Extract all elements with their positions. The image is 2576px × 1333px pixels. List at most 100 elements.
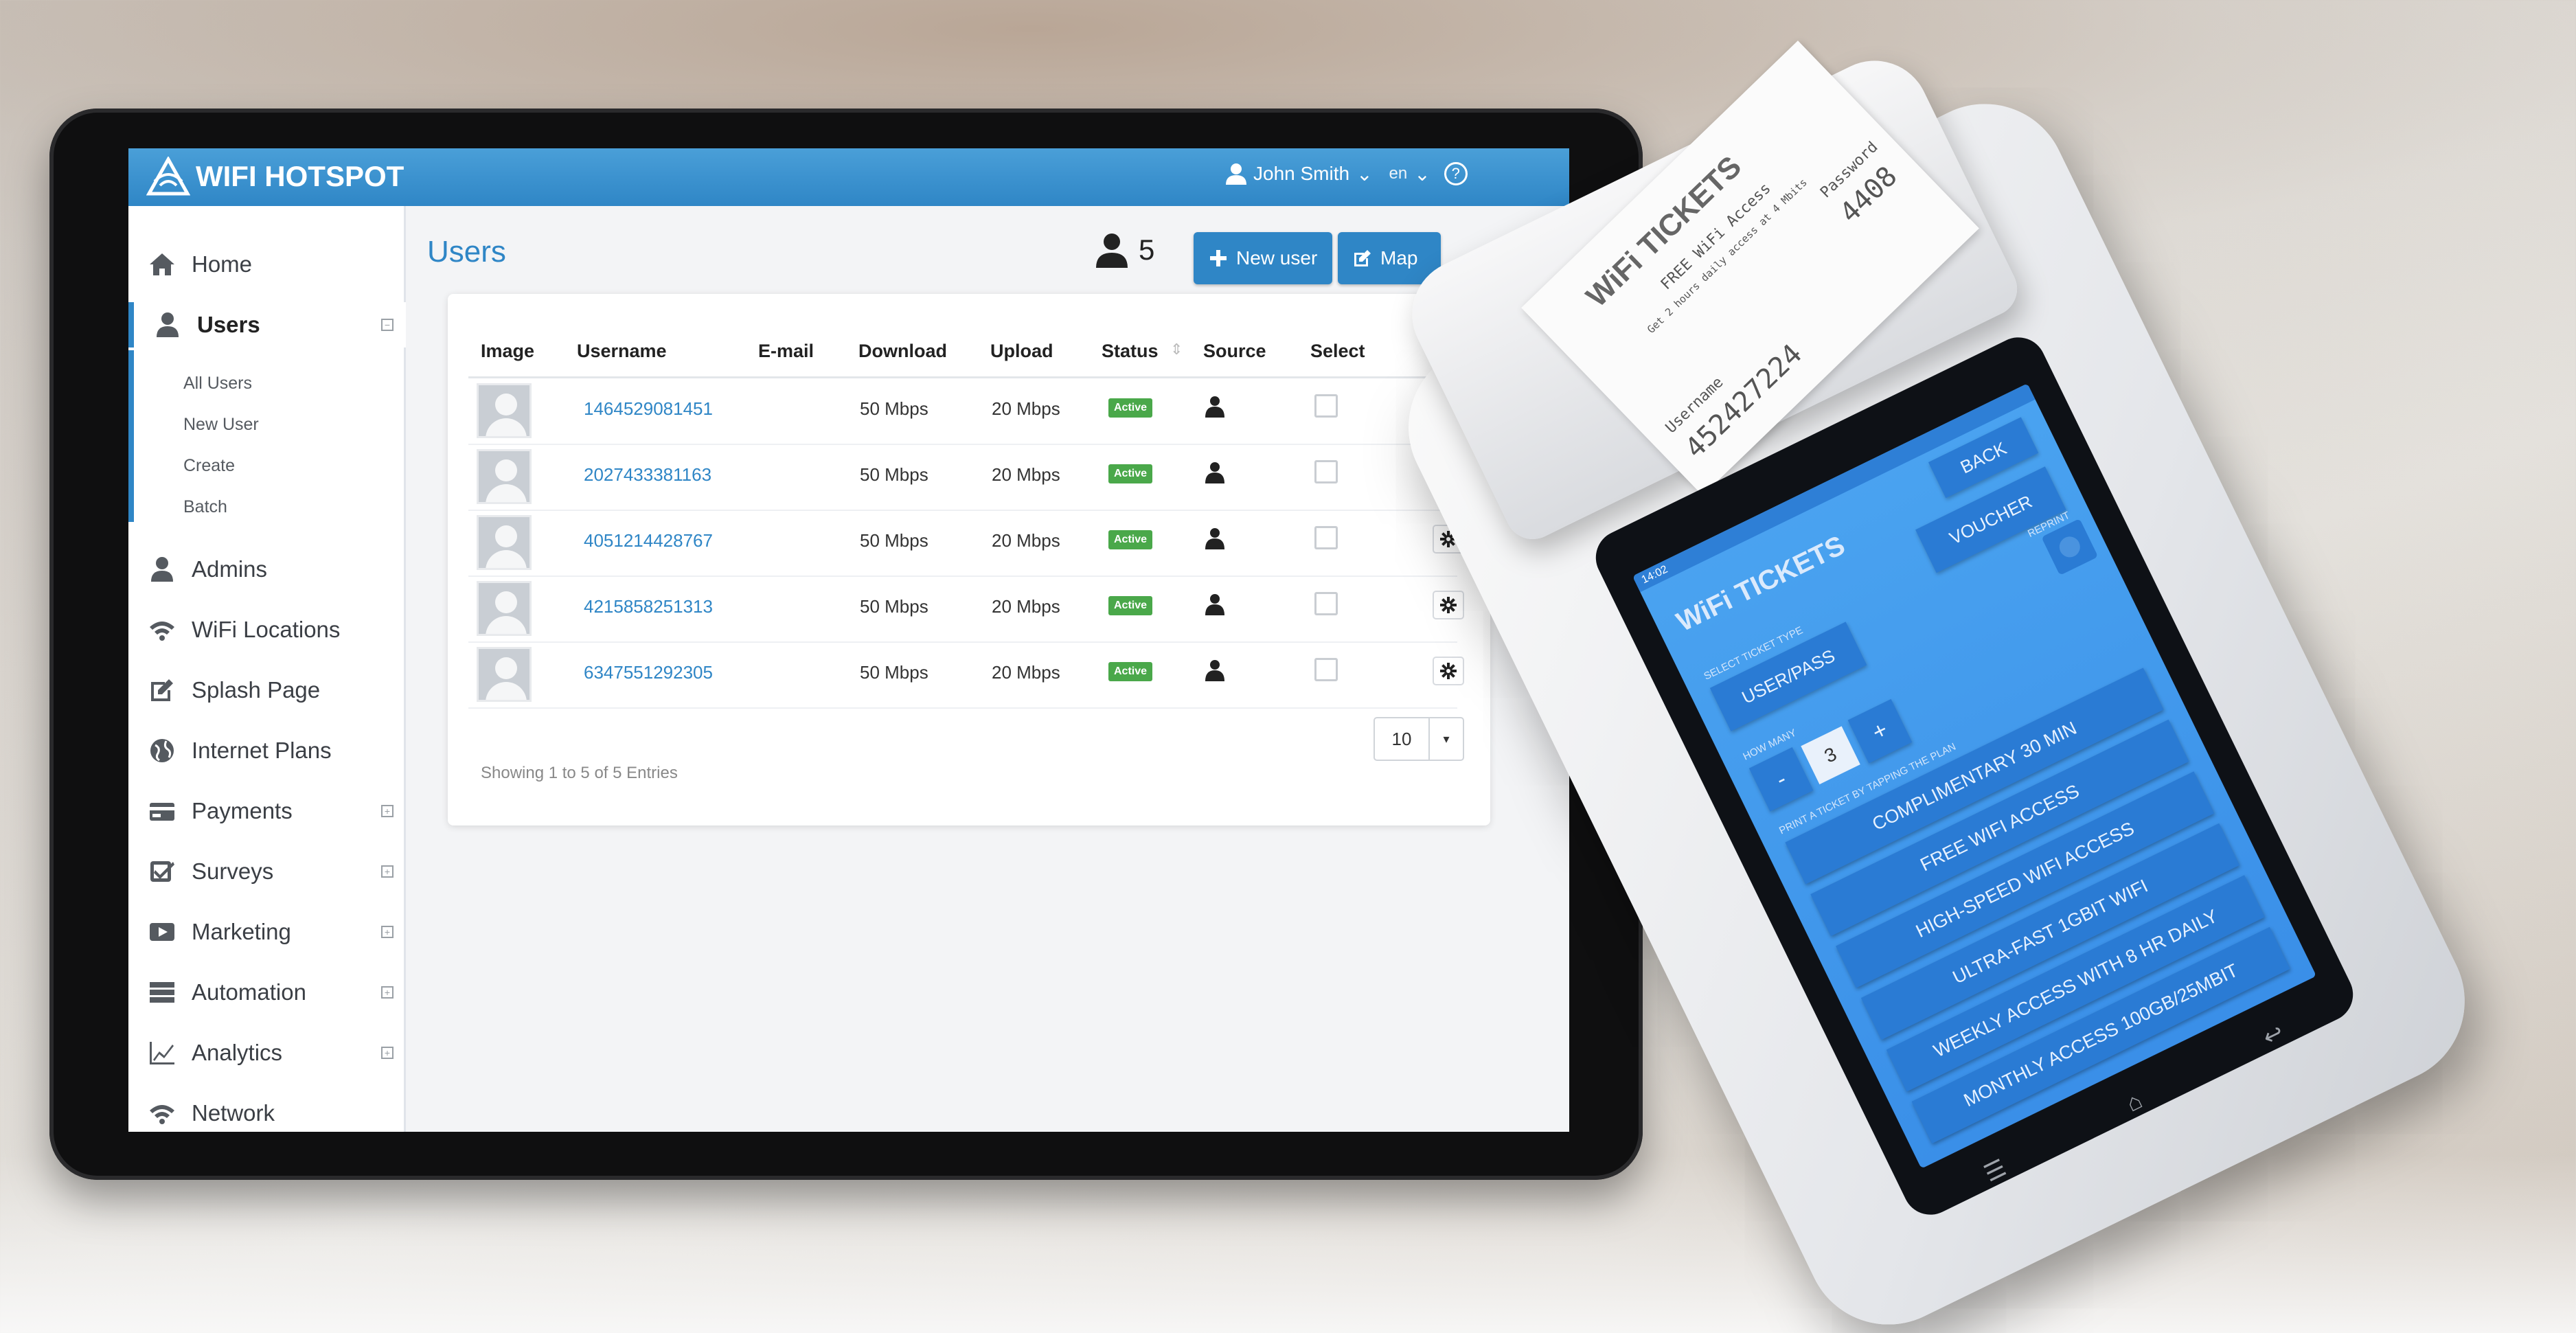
increment-button[interactable]: + (1847, 698, 1913, 764)
select-checkbox[interactable] (1314, 592, 1338, 615)
top-bar: WIFI HOTSPOT John Smith ⌄ en ⌄ ? (128, 148, 1569, 206)
user-source-icon (1205, 462, 1225, 483)
expand-icon[interactable]: + (381, 865, 394, 878)
sidebar-item-network[interactable]: Network (128, 1091, 406, 1132)
column-header-select: Select (1310, 341, 1365, 361)
column-header-status[interactable]: Status (1102, 341, 1159, 362)
chart-icon (145, 1039, 179, 1067)
user-source-icon (1205, 659, 1225, 681)
wifi-logo-icon (146, 157, 190, 196)
avatar (477, 383, 532, 438)
status-badge: Active (1108, 662, 1153, 681)
sidebar-item-automation[interactable]: Automation + (128, 970, 406, 1015)
user-icon (150, 311, 185, 339)
download-cell: 50 Mbps (860, 398, 928, 419)
username-link[interactable]: 6347551292305 (584, 662, 713, 683)
sort-icon[interactable]: ⇕ (1170, 341, 1183, 358)
tablet-screen: WIFI HOTSPOT John Smith ⌄ en ⌄ ? Home Us… (128, 148, 1569, 1132)
table-row[interactable]: 1464529081451 50 Mbps 20 Mbps Active (468, 379, 1457, 445)
receipt-note: Get 2 hours daily access at 4 Mbits (1644, 176, 1810, 336)
home-icon (145, 251, 179, 278)
download-cell: 50 Mbps (860, 464, 928, 485)
decrement-button[interactable]: - (1748, 747, 1814, 812)
sidebar-item-label: Network (192, 1100, 275, 1126)
header-divider (468, 376, 1457, 378)
submenu-new-user[interactable]: New User (183, 415, 259, 435)
sidebar-item-surveys[interactable]: Surveys + (128, 849, 406, 894)
admin-icon (145, 556, 179, 583)
user-name: John Smith (1253, 163, 1350, 184)
column-header-source[interactable]: Source (1203, 341, 1266, 362)
submenu-all-users[interactable]: All Users (183, 374, 252, 394)
expand-icon[interactable]: − (381, 319, 394, 331)
column-header-email[interactable]: E-mail (758, 341, 814, 362)
users-table-panel: Image Username E-mail Download Upload St… (448, 294, 1490, 825)
sidebar-item-internet-plans[interactable]: Internet Plans (128, 728, 406, 773)
avatar (477, 581, 532, 636)
play-icon (145, 918, 179, 946)
username-link[interactable]: 2027433381163 (584, 464, 711, 486)
username-link[interactable]: 4051214428767 (584, 530, 713, 551)
new-user-button[interactable]: New user (1194, 232, 1333, 284)
username-link[interactable]: 1464529081451 (584, 398, 713, 420)
column-header-download[interactable]: Download (858, 341, 947, 362)
sidebar-item-label: Payments (192, 798, 293, 823)
brand-logo[interactable]: WIFI HOTSPOT (146, 157, 404, 196)
sidebar-item-home[interactable]: Home (128, 242, 406, 287)
sidebar-item-label: Marketing (192, 919, 291, 944)
sidebar-item-admins[interactable]: Admins (128, 547, 406, 592)
sidebar-item-label: Admins (192, 556, 268, 582)
upload-cell: 20 Mbps (992, 530, 1060, 551)
upload-cell: 20 Mbps (992, 596, 1060, 617)
expand-icon[interactable]: + (381, 986, 394, 999)
new-user-label: New user (1236, 247, 1318, 269)
select-checkbox[interactable] (1314, 394, 1338, 418)
table-row[interactable]: 4215858251313 50 Mbps 20 Mbps Active (468, 577, 1464, 643)
avatar (477, 515, 532, 570)
quantity-field[interactable]: 3 (1801, 726, 1860, 785)
wifi-icon (145, 616, 179, 643)
home-icon[interactable]: ⌂ (2122, 1087, 2147, 1118)
users-submenu: All Users New User Create Batch (128, 350, 406, 522)
download-cell: 50 Mbps (860, 596, 928, 617)
download-cell: 50 Mbps (860, 530, 928, 551)
sidebar-item-label: Automation (192, 979, 306, 1005)
user-source-icon (1205, 396, 1225, 418)
expand-icon[interactable]: + (381, 805, 394, 817)
upload-cell: 20 Mbps (992, 464, 1060, 485)
select-checkbox[interactable] (1314, 460, 1338, 483)
user-count: 5 (1095, 232, 1154, 268)
expand-icon[interactable]: + (381, 1047, 394, 1059)
table-row[interactable]: 2027433381163 50 Mbps 20 Mbps Active (468, 445, 1464, 511)
download-cell: 50 Mbps (860, 662, 928, 683)
table-row[interactable]: 4051214428767 50 Mbps 20 Mbps Active (468, 511, 1464, 577)
user-count-value: 5 (1139, 233, 1155, 266)
column-header-upload[interactable]: Upload (990, 341, 1053, 362)
sidebar-item-payments[interactable]: Payments + (128, 788, 406, 834)
user-source-icon (1205, 527, 1225, 549)
sidebar-item-label: Users (197, 312, 260, 337)
sidebar-item-wifi-locations[interactable]: WiFi Locations (128, 607, 406, 652)
column-header-username[interactable]: Username (577, 341, 667, 362)
globe-icon (145, 737, 179, 764)
sidebar-item-users[interactable]: Users − (128, 302, 406, 348)
expand-icon[interactable]: + (381, 926, 394, 938)
username-link[interactable]: 4215858251313 (584, 596, 713, 617)
entries-info: Showing 1 to 5 of 5 Entries (481, 764, 678, 782)
submenu-batch[interactable]: Batch (183, 497, 227, 517)
sidebar-item-label: Splash Page (192, 677, 321, 703)
sidebar-item-analytics[interactable]: Analytics + (128, 1030, 406, 1075)
submenu-create[interactable]: Create (183, 456, 235, 476)
sidebar: Home Users − All Users New User Create B… (128, 206, 406, 1132)
status-badge: Active (1108, 464, 1153, 483)
server-icon (145, 979, 179, 1006)
select-checkbox[interactable] (1314, 526, 1338, 549)
status-badge: Active (1108, 398, 1153, 418)
sidebar-item-splash-page[interactable]: Splash Page (128, 668, 406, 713)
sidebar-item-marketing[interactable]: Marketing + (128, 909, 406, 955)
checkbox-icon (145, 858, 179, 885)
column-header-image: Image (481, 341, 535, 361)
reprint-icon (2055, 533, 2084, 561)
select-checkbox[interactable] (1314, 658, 1338, 681)
table-row[interactable]: 6347551292305 50 Mbps 20 Mbps Active (468, 643, 1464, 709)
